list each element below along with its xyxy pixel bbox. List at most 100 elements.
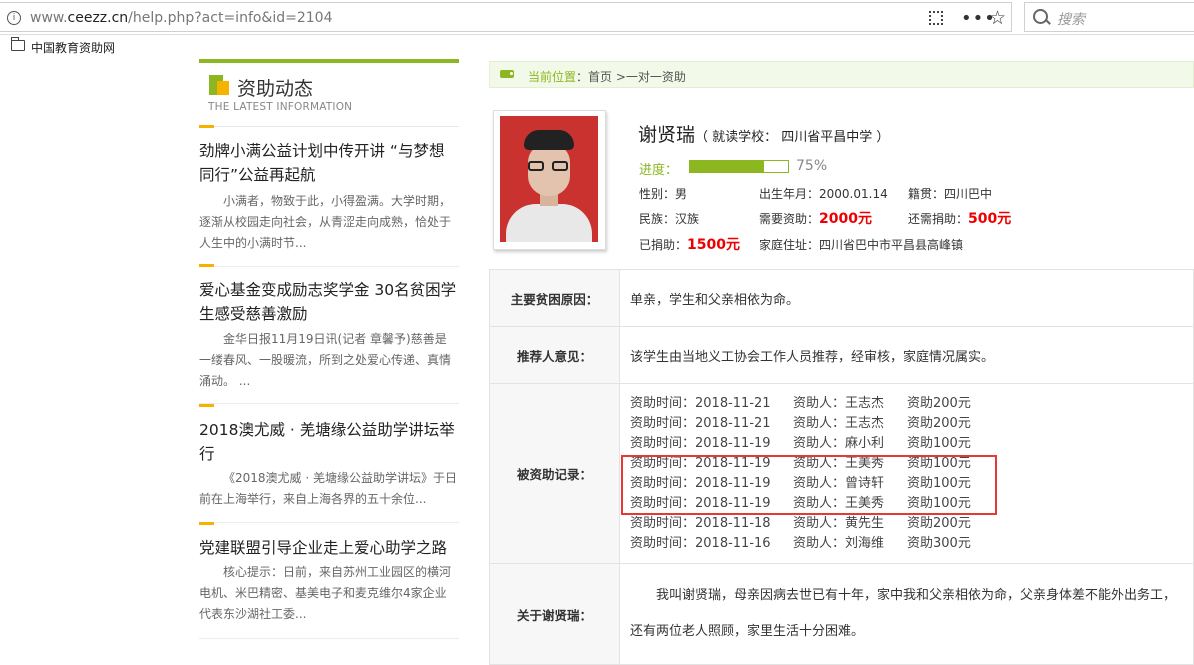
news-marker	[199, 522, 214, 525]
record-row: 资助时间：2018-11-19 资助人：王美秀 资助100元	[630, 454, 1192, 474]
record-amount: 资助200元	[907, 415, 971, 431]
record-person: 资助人：刘海维	[793, 535, 885, 551]
record-row: 资助时间：2018-11-19 资助人：曾诗轩 资助100元	[630, 474, 1192, 494]
bookmark-item[interactable]: 中国教育资助网	[31, 39, 115, 56]
search-icon	[1033, 9, 1048, 24]
record-person: 资助人：王志杰	[793, 395, 885, 411]
record-person: 资助人：王美秀	[793, 455, 885, 471]
recommend-value: 该学生由当地义工协会工作人员推荐，经审核，家庭情况属实。	[619, 326, 1194, 384]
record-time: 资助时间：2018-11-19	[630, 435, 771, 451]
record-person: 资助人：黄先生	[793, 515, 885, 531]
record-row: 资助时间：2018-11-16 资助人：刘海维 资助300元	[630, 534, 1192, 554]
divider	[199, 266, 459, 267]
news-title[interactable]: 2018澳尤威 · 羌塘缘公益助学讲坛举行	[199, 418, 459, 466]
record-row: 资助时间：2018-11-19 资助人：王美秀 资助100元	[630, 494, 1192, 514]
address-bar[interactable]: i www.ceezz.cn/help.php?act=info&id=2104…	[0, 2, 1012, 32]
browser-toolbar: i www.ceezz.cn/help.php?act=info&id=2104…	[0, 0, 1194, 35]
record-time: 资助时间：2018-11-19	[630, 495, 771, 511]
donated-amount: 1500元	[687, 237, 740, 253]
location-tag-icon	[500, 70, 514, 78]
need-amount: 2000元	[819, 211, 872, 227]
divider	[199, 638, 459, 639]
record-row: 资助时间：2018-11-21 资助人：王志杰 资助200元	[630, 394, 1192, 414]
native-field: 籍贯：四川巴中	[908, 187, 993, 201]
qr-code-icon[interactable]	[929, 11, 943, 25]
progress-bar	[689, 160, 789, 173]
records-label: 被资助记录：	[489, 383, 620, 564]
url-text[interactable]: www.ceezz.cn/help.php?act=info&id=2104	[30, 10, 332, 26]
breadcrumb-text: 当前位置：首页 >一对一资助	[528, 68, 686, 85]
news-desc: 《2018澳尤威 · 羌塘缘公益助学讲坛》于日前在上海举行，来自上海各界的五十余…	[199, 471, 457, 506]
records-list: 资助时间：2018-11-21 资助人：王志杰 资助200元 资助时间：2018-11…	[619, 383, 1194, 564]
student-photo	[493, 110, 606, 250]
progress-label: 进度：	[639, 163, 679, 178]
breadcrumb: 当前位置：首页 >一对一资助	[489, 61, 1194, 88]
search-input[interactable]: 搜索	[1024, 2, 1194, 32]
gender-field: 性别：男	[639, 187, 688, 201]
news-title[interactable]: 劲牌小满公益计划中传开讲 “与梦想同行”公益再起航	[199, 139, 459, 187]
bookmark-star-icon[interactable]: ☆	[989, 7, 1006, 29]
search-placeholder: 搜索	[1057, 12, 1085, 28]
record-time: 资助时间：2018-11-19	[630, 455, 771, 471]
news-desc: 金华日报11月19日讯(记者 章馨予)慈善是一缕春风、一股暖流，所到之处爱心传递…	[199, 332, 452, 388]
record-amount: 资助200元	[907, 515, 971, 531]
birth-field: 出生年月：2000.01.14	[759, 187, 888, 201]
news-marker	[199, 125, 214, 128]
record-person: 资助人：麻小利	[793, 435, 885, 451]
news-desc: 小满者，物致于此，小得盈满。大学时期，逐渐从校园走向社会，从青涩走向成熟，恰处于…	[199, 194, 452, 250]
record-time: 资助时间：2018-11-18	[630, 515, 771, 531]
news-desc: 核心提示：日前，来自苏州工业园区的横河电机、米巴精密、基美电子和麦克维尔4家企业…	[199, 565, 452, 621]
record-amount: 资助300元	[907, 535, 971, 551]
about-value: 我叫谢贤瑞，母亲因病去世已有十年，家中我和父亲相依为命，父亲身体差不能外出务工，…	[619, 563, 1194, 665]
divider	[199, 126, 459, 127]
record-row: 资助时间：2018-11-21 资助人：王志杰 资助200元	[630, 414, 1192, 434]
news-marker	[199, 404, 214, 407]
news-title[interactable]: 党建联盟引导企业走上爱心助学之路	[199, 536, 459, 560]
still-amount: 500元	[968, 211, 1012, 227]
table-row: 关于谢贤瑞： 我叫谢贤瑞，母亲因病去世已有十年，家中我和父亲相依为命，父亲身体差…	[489, 563, 1194, 665]
record-time: 资助时间：2018-11-19	[630, 475, 771, 491]
folder-icon	[11, 37, 25, 51]
detail-table: 主要贫困原因： 单亲，学生和父亲相依为命。 推荐人意见： 该学生由当地义工协会工…	[489, 269, 1194, 665]
still-field: 还需捐助：500元	[908, 208, 1011, 228]
record-person: 资助人：王志杰	[793, 415, 885, 431]
record-amount: 资助100元	[907, 475, 971, 491]
record-amount: 资助100元	[907, 455, 971, 471]
record-person: 资助人：曾诗轩	[793, 475, 885, 491]
reason-label: 主要贫困原因：	[489, 269, 620, 327]
address-field: 家庭住址：四川省巴中市平昌县高峰镇	[759, 238, 964, 252]
record-time: 资助时间：2018-11-21	[630, 395, 771, 411]
divider	[199, 403, 459, 404]
sidebar-title: 资助动态	[237, 78, 314, 100]
need-field: 需要资助：2000元	[759, 208, 872, 228]
record-row: 资助时间：2018-11-18 资助人：黄先生 资助200元	[630, 514, 1192, 534]
news-marker	[199, 264, 214, 267]
still-label: 还需捐助：	[908, 212, 969, 226]
breadcrumb-path[interactable]: ：首页 >一对一资助	[576, 70, 686, 84]
record-person: 资助人：王美秀	[793, 495, 885, 511]
progress-percent: 75%	[796, 158, 828, 174]
record-amount: 资助100元	[907, 435, 971, 451]
table-row: 被资助记录： 资助时间：2018-11-21 资助人：王志杰 资助200元 资助时间：…	[489, 383, 1194, 564]
info-icon[interactable]: i	[7, 11, 21, 25]
student-name-text: 谢贤瑞	[638, 124, 696, 146]
divider	[199, 522, 459, 523]
section-logo-icon	[209, 75, 229, 95]
progress-bar-fill	[690, 161, 764, 172]
donated-label: 已捐助：	[639, 238, 688, 252]
recommend-label: 推荐人意见：	[489, 326, 620, 384]
news-title[interactable]: 爱心基金变成励志奖学金 30名贫困学生感受慈善激励	[199, 278, 459, 326]
sidebar-top-border	[199, 59, 459, 63]
need-label: 需要资助：	[759, 212, 820, 226]
record-time: 资助时间：2018-11-21	[630, 415, 771, 431]
sidebar-subtitle: THE LATEST INFORMATION	[208, 101, 353, 113]
bookmarks-bar: 中国教育资助网	[0, 35, 1194, 59]
record-amount: 资助200元	[907, 395, 971, 411]
portrait-image	[500, 116, 598, 242]
student-name: 谢贤瑞（ 就读学校： 四川省平昌中学 ）	[638, 120, 889, 147]
ethnicity-field: 民族：汉族	[639, 212, 700, 226]
donated-field: 已捐助：1500元	[639, 234, 740, 254]
breadcrumb-label: 当前位置	[528, 70, 577, 84]
table-row: 主要贫困原因： 单亲，学生和父亲相依为命。	[489, 269, 1194, 327]
student-school: （ 就读学校： 四川省平昌中学 ）	[695, 130, 890, 145]
